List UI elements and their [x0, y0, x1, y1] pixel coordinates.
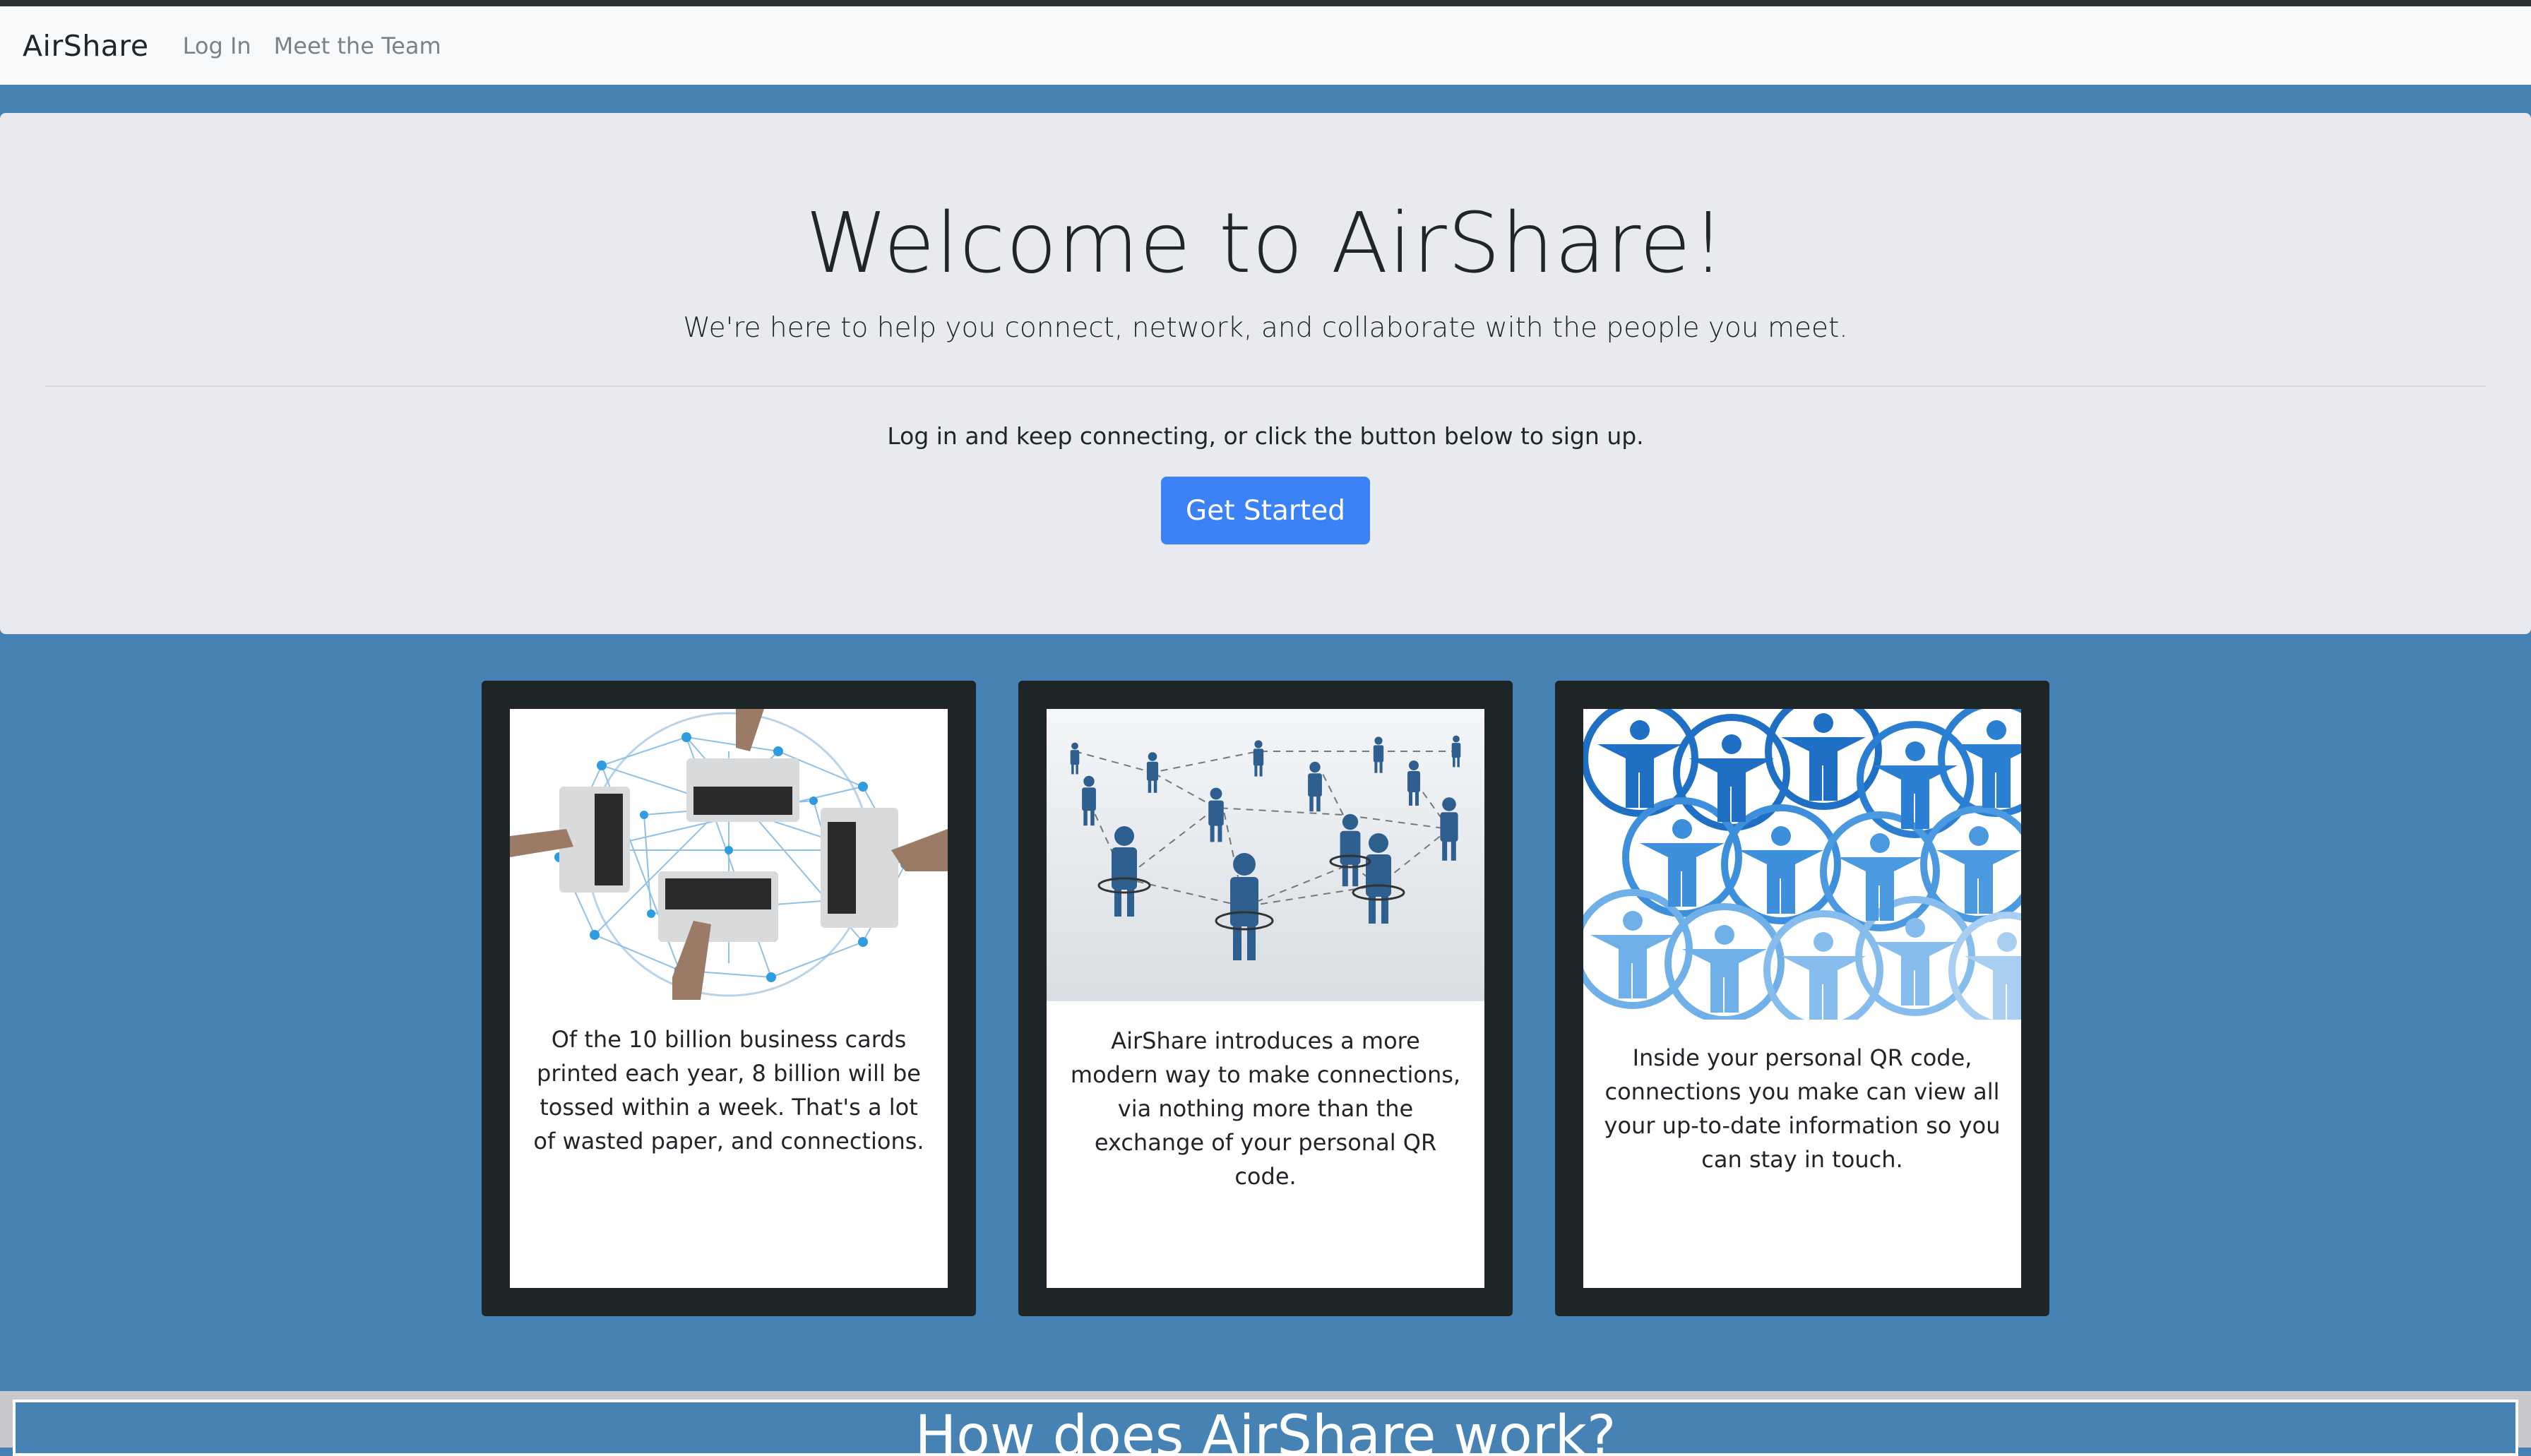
how-it-works-panel: How does AirShare work? [13, 1400, 2518, 1456]
navbar: AirShare Log In Meet the Team [0, 6, 2531, 85]
card-text: Inside your personal QR code, connection… [1604, 1044, 2001, 1173]
nav-link-meet-the-team[interactable]: Meet the Team [274, 32, 441, 59]
card-text: Of the 10 billion business cards printed… [533, 1026, 924, 1154]
info-card-3: Inside your personal QR code, connection… [1555, 681, 2049, 1316]
window-top-border [0, 0, 2531, 6]
laptops-network-image [510, 709, 948, 1000]
how-it-works-title: How does AirShare work? [915, 1404, 1616, 1456]
get-started-button[interactable]: Get Started [1161, 477, 1370, 544]
hero-text: Log in and keep connecting, or click the… [887, 422, 1644, 450]
card-body: Of the 10 billion business cards printed… [510, 709, 948, 1288]
card-body: Inside your personal QR code, connection… [1583, 709, 2021, 1288]
hero-jumbotron [0, 113, 2531, 634]
hero-title: Welcome to AirShare! [805, 194, 1726, 292]
card-text: AirShare introduces a more modern way to… [1070, 1027, 1461, 1190]
navbar-brand[interactable]: AirShare [23, 29, 149, 63]
info-card-2: AirShare introduces a more modern way to… [1018, 681, 1513, 1316]
info-card-1: Of the 10 billion business cards printed… [482, 681, 976, 1316]
nav-link-log-in[interactable]: Log In [183, 32, 251, 59]
hero-divider [45, 386, 2486, 387]
how-it-works-section: How does AirShare work? [0, 1391, 2531, 1456]
hero-lead: We're here to help you connect, network,… [683, 312, 1848, 344]
card-body: AirShare introduces a more modern way to… [1047, 709, 1484, 1288]
people-circles-image [1583, 709, 2021, 1020]
people-network-image [1047, 709, 1484, 1001]
